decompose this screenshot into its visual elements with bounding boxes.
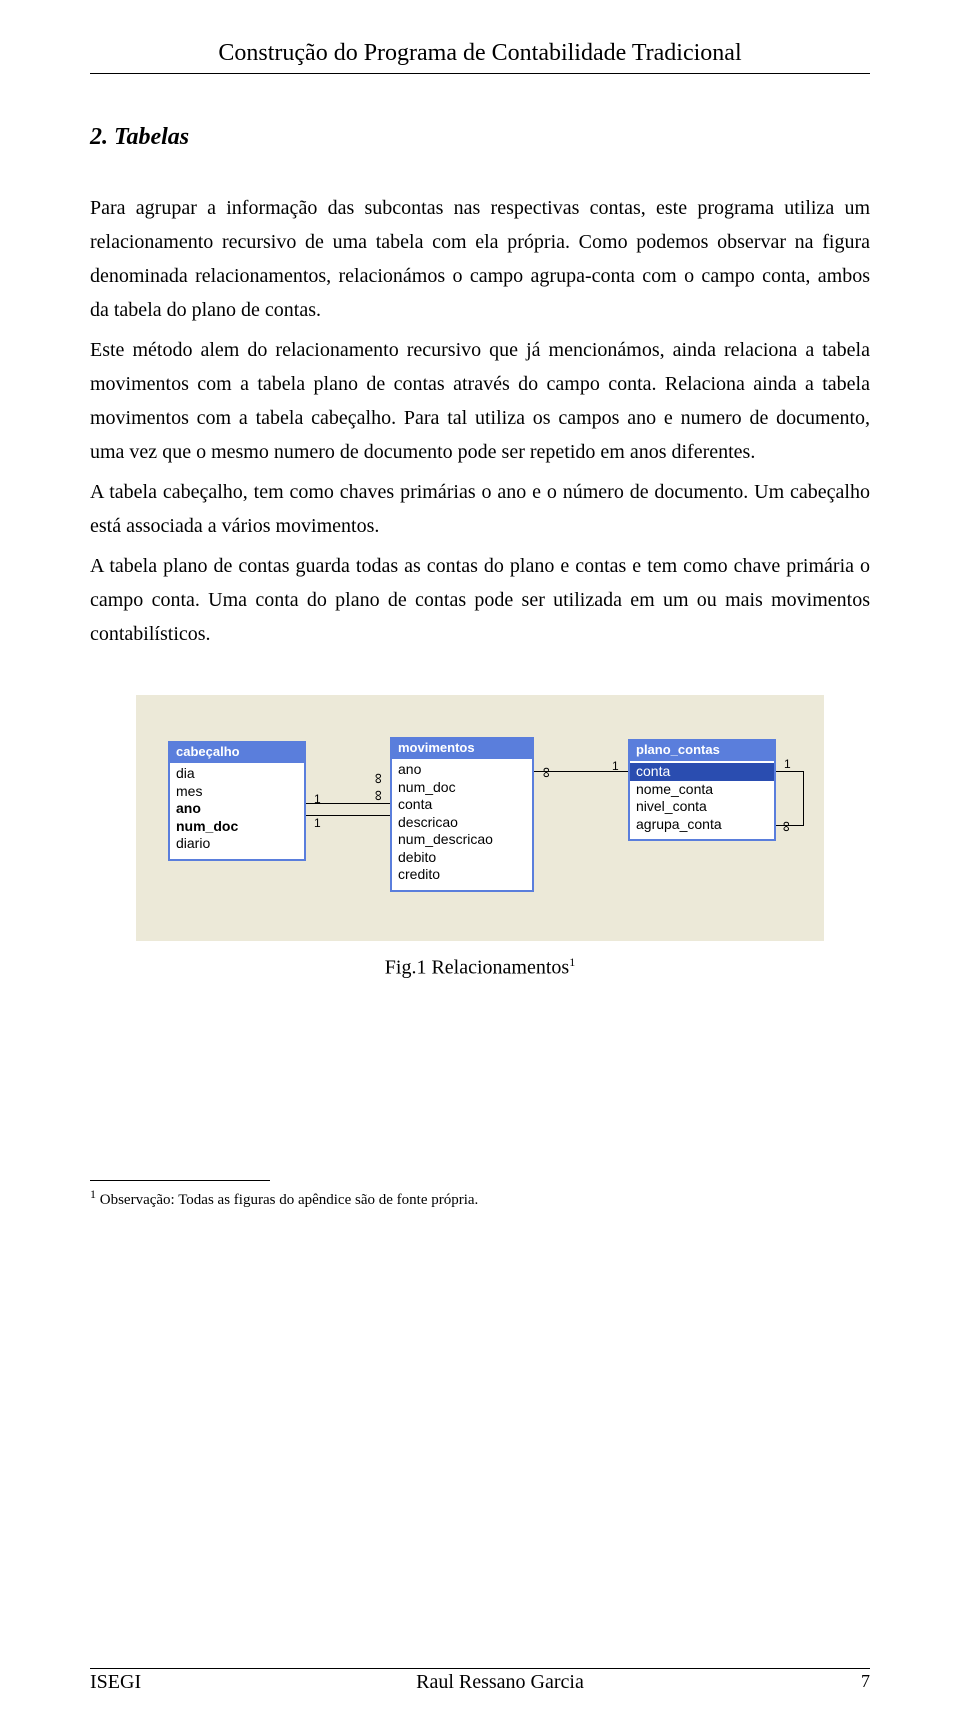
er-field: mes	[170, 783, 304, 801]
paragraph-2: Este método alem do relacionamento recur…	[90, 333, 870, 469]
er-title-movimentos: movimentos	[392, 737, 532, 759]
footnote: 1 Observação: Todas as figuras do apêndi…	[90, 1187, 870, 1209]
footnote-separator	[90, 1180, 270, 1181]
cardinality-many: ∞	[538, 767, 555, 778]
caption-text: Fig.1 Relacionamentos	[385, 957, 569, 979]
er-field-pk: conta	[630, 763, 774, 781]
er-field: num_doc	[170, 818, 304, 836]
cardinality-one: 1	[314, 816, 321, 830]
page-footer: ISEGI Raul Ressano Garcia 7	[90, 1668, 870, 1694]
er-field: nivel_conta	[630, 798, 774, 816]
er-field: nome_conta	[630, 781, 774, 799]
rel-line	[776, 771, 804, 772]
er-field: num_descricao	[392, 831, 532, 849]
er-fields-plano-contas: conta nome_conta nivel_conta agrupa_cont…	[630, 761, 774, 839]
cardinality-many: ∞	[370, 773, 387, 784]
er-table-cabecalho: cabeçalho dia mes ano num_doc diario	[168, 741, 306, 861]
er-title-plano-contas: plano_contas	[630, 739, 774, 761]
er-field: descricao	[392, 814, 532, 832]
er-field: ano	[170, 800, 304, 818]
er-field: conta	[392, 796, 532, 814]
er-field: ano	[392, 761, 532, 779]
caption-footnote-mark: 1	[569, 955, 575, 969]
paragraph-3: A tabela cabeçalho, tem como chaves prim…	[90, 475, 870, 543]
figure-relationships: cabeçalho dia mes ano num_doc diario mov…	[90, 695, 870, 980]
footer-center: Raul Ressano Garcia	[210, 1671, 790, 1694]
cardinality-one: 1	[314, 792, 321, 806]
er-field: credito	[392, 866, 532, 884]
er-field: dia	[170, 765, 304, 783]
cardinality-one: 1	[612, 759, 619, 773]
er-table-movimentos: movimentos ano num_doc conta descricao n…	[390, 737, 534, 892]
er-field: diario	[170, 835, 304, 853]
er-table-plano-contas: plano_contas conta nome_conta nivel_cont…	[628, 739, 776, 841]
footer-page-number: 7	[790, 1671, 870, 1694]
paragraph-4: A tabela plano de contas guarda todas as…	[90, 549, 870, 651]
paragraph-1: Para agrupar a informação das subcontas …	[90, 191, 870, 327]
section-heading: 2. Tabelas	[90, 124, 870, 151]
cardinality-many: ∞	[370, 790, 387, 801]
footnote-text: Observação: Todas as figuras do apêndice…	[96, 1192, 478, 1208]
er-fields-cabecalho: dia mes ano num_doc diario	[170, 763, 304, 859]
er-field: num_doc	[392, 779, 532, 797]
er-diagram: cabeçalho dia mes ano num_doc diario mov…	[136, 695, 824, 941]
er-field: debito	[392, 849, 532, 867]
footer-left: ISEGI	[90, 1671, 210, 1694]
rel-line	[803, 771, 804, 825]
cardinality-many: ∞	[778, 821, 795, 832]
er-field: agrupa_conta	[630, 816, 774, 834]
er-fields-movimentos: ano num_doc conta descricao num_descrica…	[392, 759, 532, 890]
running-header: Construção do Programa de Contabilidade …	[90, 40, 870, 74]
figure-caption: Fig.1 Relacionamentos1	[90, 955, 870, 980]
er-title-cabecalho: cabeçalho	[170, 741, 304, 763]
cardinality-one: 1	[784, 757, 791, 771]
